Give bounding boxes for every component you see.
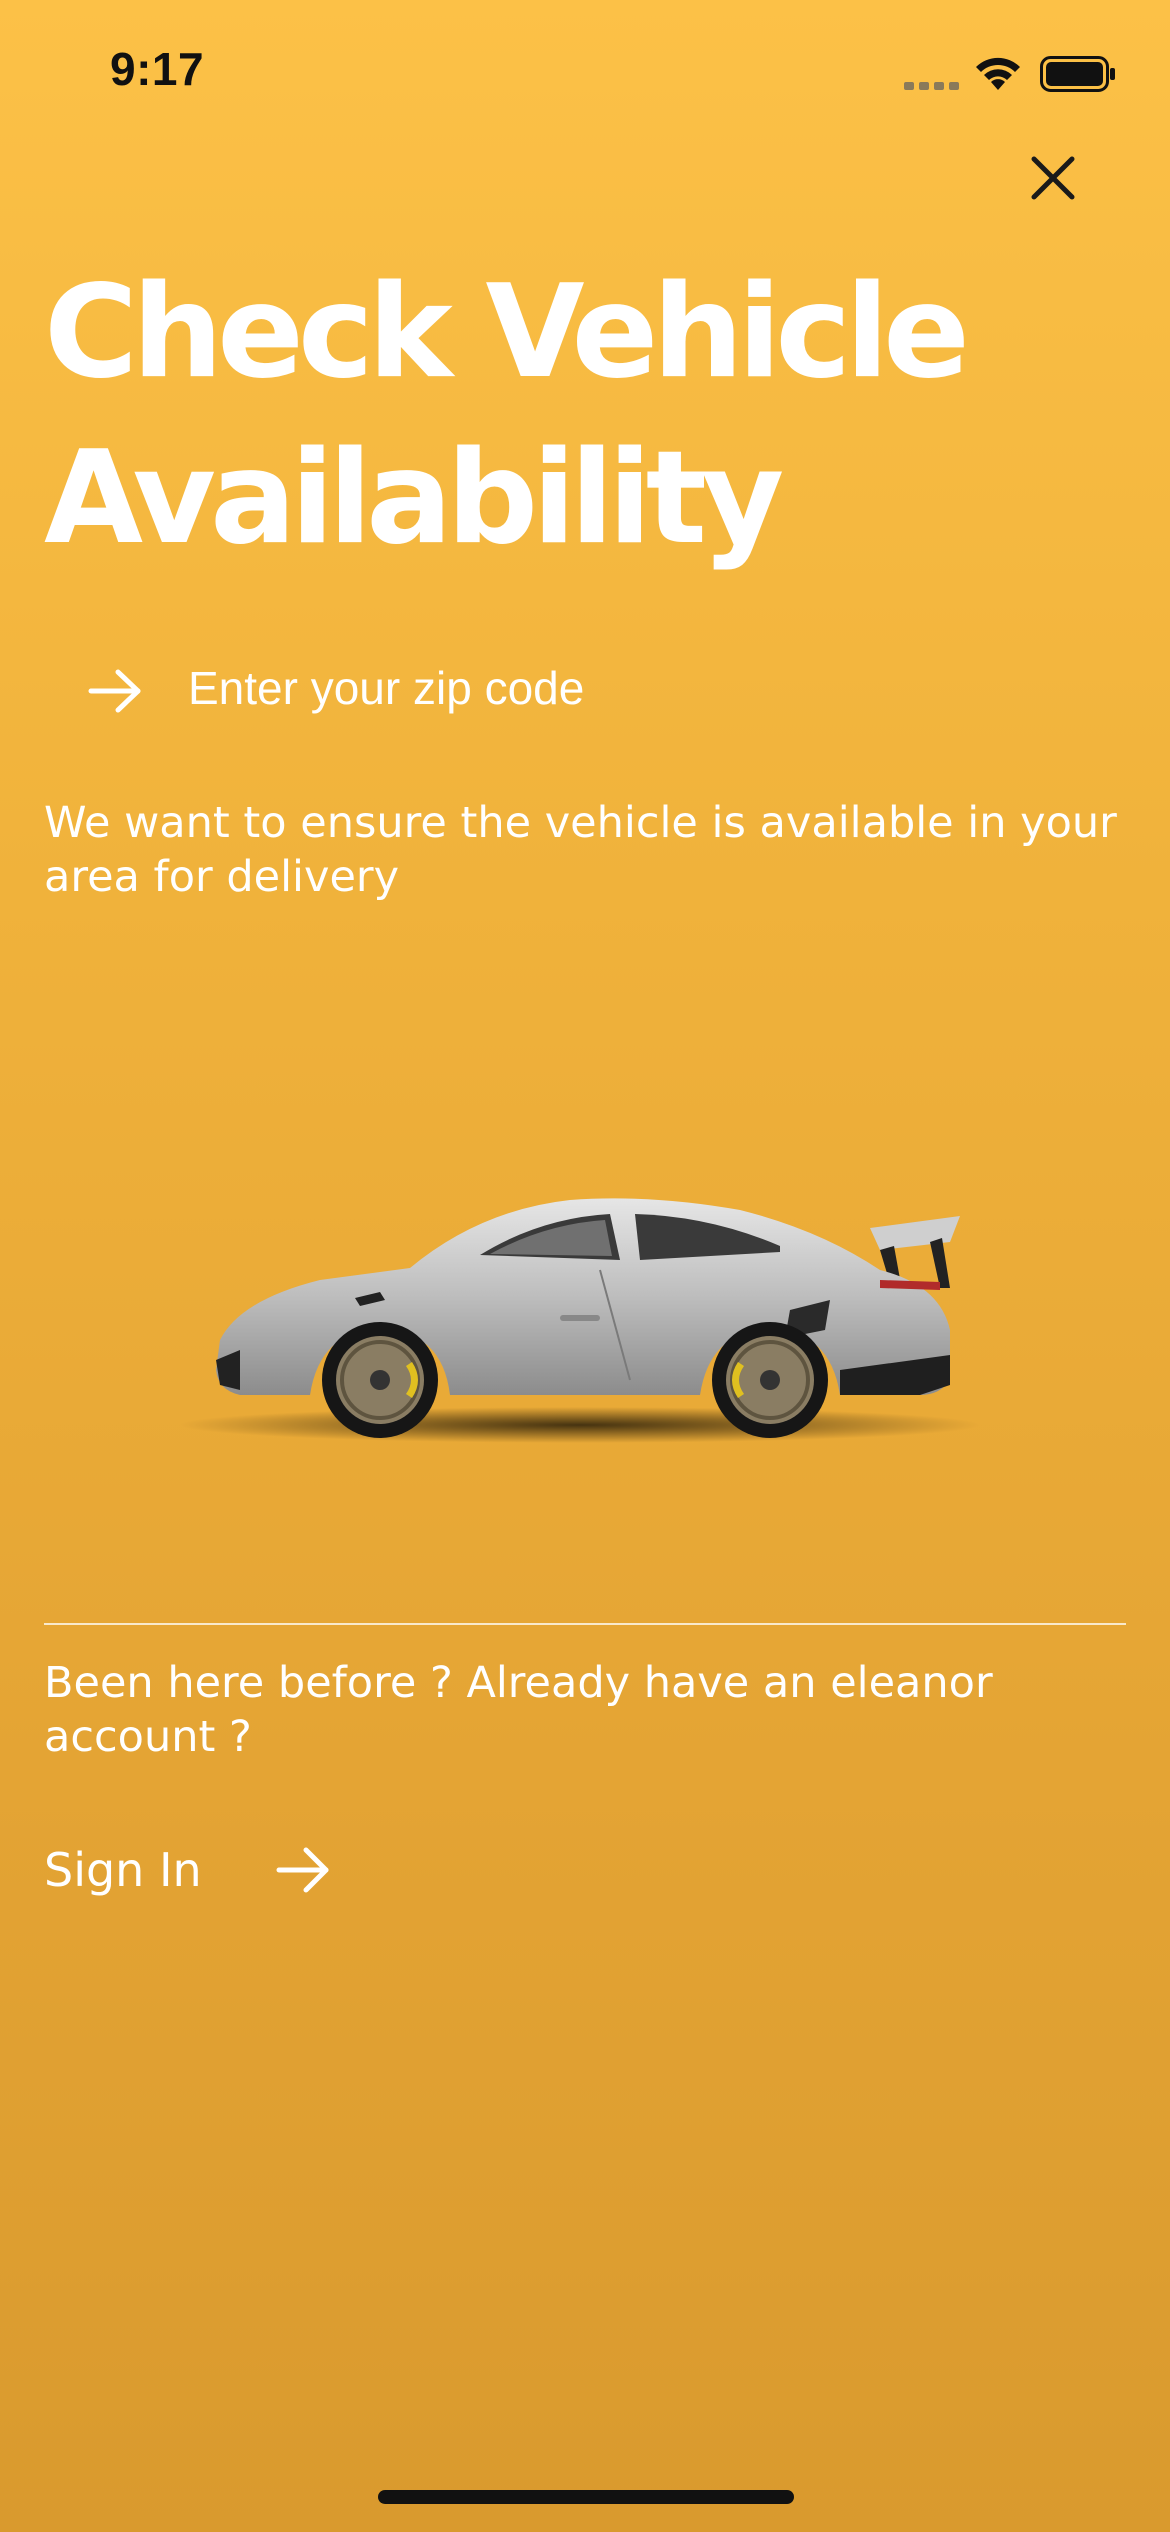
account-prompt: Been here before ? Already have an elean… <box>44 1658 993 1762</box>
arrow-right-icon <box>276 1847 329 1893</box>
availability-helper-text: We want to ensure the vehicle is availab… <box>44 798 1117 902</box>
close-icon <box>1031 156 1075 200</box>
sign-in-button[interactable]: Sign In <box>44 1835 364 1905</box>
home-indicator <box>378 2490 794 2504</box>
zip-code-input[interactable] <box>188 658 1048 718</box>
arrow-right-icon <box>88 669 141 713</box>
close-button[interactable] <box>1020 145 1086 211</box>
status-time: 9:17 <box>110 43 205 95</box>
sign-in-label: Sign In <box>44 1843 202 1897</box>
battery-icon <box>1040 56 1115 92</box>
sports-car-image <box>180 1198 980 1443</box>
wifi-icon <box>976 57 1020 90</box>
divider <box>44 1623 1126 1625</box>
cellular-signal-icon <box>904 82 959 90</box>
status-bar: 9:17 <box>0 0 1170 140</box>
page-title: Check Vehicle Availability <box>44 258 970 573</box>
zip-code-row <box>70 640 1070 740</box>
